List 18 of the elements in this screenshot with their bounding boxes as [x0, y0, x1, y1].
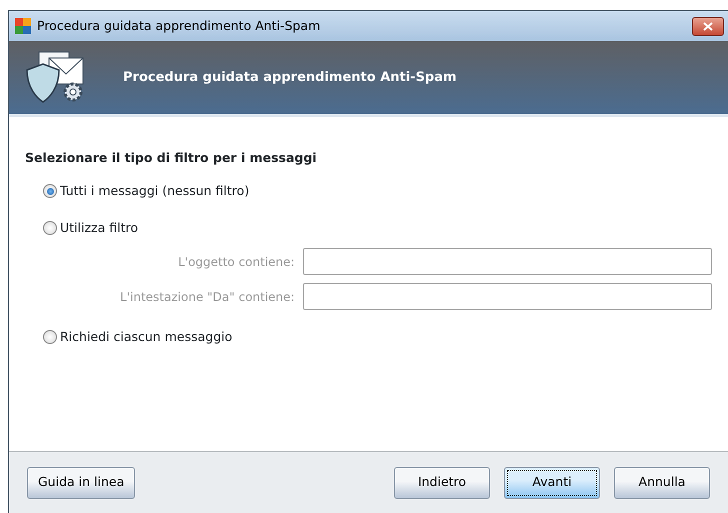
radio-option[interactable]: Richiedi ciascun messaggio [43, 328, 232, 347]
field-label: L'oggetto contiene: [177, 254, 295, 270]
close-icon [703, 22, 713, 30]
section-title: Selezionare il tipo di filtro per i messaggi [25, 149, 318, 167]
dialog-button[interactable]: Guida in linea [27, 466, 136, 498]
radio-option[interactable]: Tutti i messaggi (nessun filtro) [43, 182, 250, 201]
radio-circle[interactable] [43, 221, 57, 235]
radio-circle[interactable] [43, 184, 57, 198]
dialog-button[interactable]: Avanti [504, 466, 600, 498]
radio-circle[interactable] [43, 330, 57, 344]
close-button[interactable] [692, 16, 724, 36]
header-title: Procedura guidata apprendimento Anti-Spam [123, 68, 457, 87]
dialog-button[interactable]: Indietro [394, 466, 490, 498]
radio-option[interactable]: Utilizza filtro [43, 218, 138, 238]
dialog-button[interactable]: Annulla [614, 466, 710, 498]
window-title: Procedura guidata apprendimento Anti-Spam [37, 16, 320, 35]
app-logo-icon [15, 18, 31, 34]
field-label: L'intestazione "Da" contiene: [119, 288, 295, 306]
